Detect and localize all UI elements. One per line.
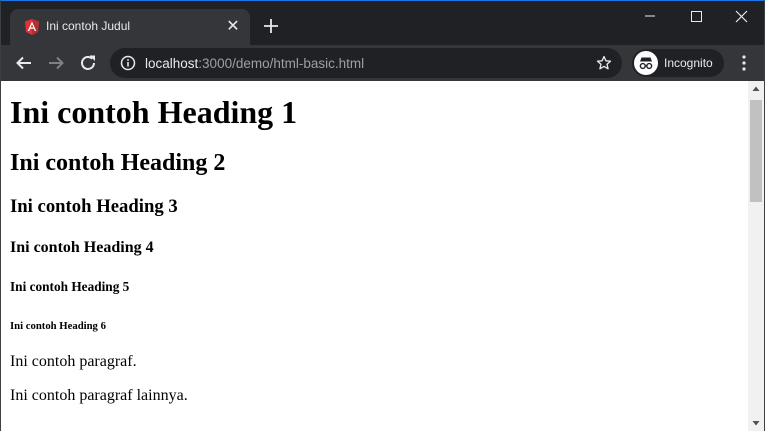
info-icon[interactable] bbox=[120, 55, 136, 71]
minimize-icon[interactable] bbox=[627, 1, 673, 31]
toolbar: localhost:3000/demo/html-basic.html Inco… bbox=[1, 45, 764, 81]
heading-2: Ini contoh Heading 2 bbox=[10, 150, 226, 176]
reload-icon[interactable] bbox=[76, 51, 100, 75]
star-icon[interactable] bbox=[596, 55, 612, 71]
heading-5: Ini contoh Heading 5 bbox=[10, 279, 130, 294]
page-content: Ini contoh Heading 1 Ini contoh Heading … bbox=[1, 94, 748, 405]
paragraph: Ini contoh paragraf lainnya. bbox=[10, 387, 188, 404]
maximize-icon[interactable] bbox=[673, 1, 719, 31]
scroll-down-arrow-icon[interactable] bbox=[748, 415, 764, 431]
url-text[interactable]: localhost:3000/demo/html-basic.html bbox=[145, 56, 364, 71]
scroll-up-arrow-icon[interactable] bbox=[748, 81, 764, 97]
paragraph: Ini contoh paragraf. bbox=[10, 353, 137, 370]
forward-arrow-icon[interactable] bbox=[44, 51, 68, 75]
page-viewport: Ini contoh Heading 1 Ini contoh Heading … bbox=[1, 81, 748, 431]
address-bar[interactable]: localhost:3000/demo/html-basic.html bbox=[110, 48, 622, 78]
tab-title: Ini contoh Judul bbox=[46, 19, 131, 33]
browser-tab[interactable]: Ini contoh Judul ✕ bbox=[10, 9, 250, 45]
heading-3: Ini contoh Heading 3 bbox=[10, 196, 178, 217]
url-host: localhost bbox=[145, 56, 199, 71]
browser-window: Ini contoh Judul ✕ localhost:3000/demo/h… bbox=[0, 0, 765, 431]
scrollbar-thumb[interactable] bbox=[750, 100, 762, 202]
tab-close-icon[interactable]: ✕ bbox=[224, 18, 242, 36]
kebab-menu-icon[interactable] bbox=[734, 53, 754, 73]
close-icon[interactable] bbox=[718, 1, 764, 31]
incognito-icon bbox=[634, 51, 658, 75]
heading-6: Ini contoh Heading 6 bbox=[10, 320, 106, 332]
vertical-scrollbar[interactable] bbox=[748, 81, 764, 431]
heading-1: Ini contoh Heading 1 bbox=[10, 94, 298, 130]
tab-strip: Ini contoh Judul ✕ bbox=[1, 1, 764, 45]
back-arrow-icon[interactable] bbox=[12, 51, 36, 75]
plus-icon[interactable] bbox=[260, 15, 282, 37]
heading-4: Ini contoh Heading 4 bbox=[10, 239, 154, 256]
url-path: :3000/demo/html-basic.html bbox=[198, 56, 365, 71]
incognito-label: Incognito bbox=[664, 56, 713, 70]
incognito-button[interactable]: Incognito bbox=[632, 49, 724, 77]
angularjs-icon bbox=[25, 19, 39, 35]
